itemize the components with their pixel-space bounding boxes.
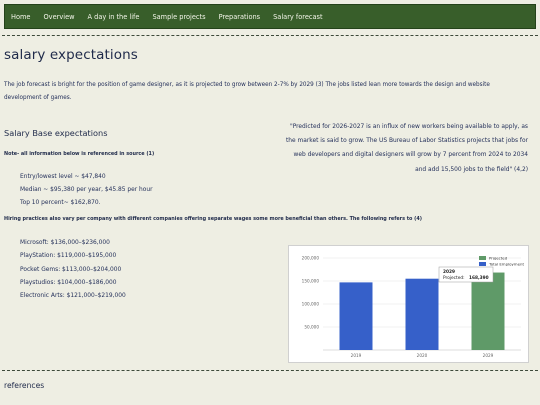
legend-swatch [479, 262, 486, 266]
top-navigation-bar: Home Overview A day in the life Sample p… [4, 4, 536, 29]
x-tick-label: 2029 [483, 353, 494, 358]
salary-base-list: Entry/lowest level ~ $47,840 Median ~ $9… [20, 171, 153, 210]
employment-chart[interactable]: 50,000 100,000 150,000 200,000 2019 2020 2029 P… [288, 245, 529, 363]
nav-salary-forecast[interactable]: Salary forecast [273, 13, 322, 21]
references-heading: references [4, 381, 45, 390]
nav-overview[interactable]: Overview [43, 13, 74, 21]
bar-2029 [471, 272, 505, 350]
salary-base-heading: Salary Base expectations [4, 128, 108, 138]
page-title: salary expectations [4, 47, 138, 63]
source-note: Note- all information below is reference… [4, 151, 155, 157]
x-tick-label: 2019 [351, 353, 362, 358]
nav-home[interactable]: Home [11, 13, 30, 21]
list-item: PlayStation: $119,000–$195,000 [20, 253, 117, 260]
list-item: Entry/lowest level ~ $47,840 [20, 174, 106, 180]
list-item: Playstudios: $104,000–$186,000 [20, 279, 117, 286]
legend-label: Projected [489, 256, 508, 261]
company-salary-list: Microsoft: $136,000–$236,000 PlayStation… [20, 237, 126, 303]
x-tick-label: 2020 [417, 353, 428, 358]
hiring-practices-note: Hiring practices also vary per company w… [4, 216, 422, 222]
list-item: Pocket Gems: $113,000–$204,000 [20, 266, 122, 273]
nav-day-in-life[interactable]: A day in the life [88, 13, 140, 21]
list-item: Median ~ $95,380 per year, $45.85 per ho… [20, 187, 153, 193]
y-tick-label: 150,000 [302, 279, 320, 284]
tooltip-value: 168,390 [469, 275, 489, 281]
y-tick-label: 100,000 [302, 302, 320, 307]
tooltip-label: Projected: [443, 275, 465, 281]
top-divider [2, 35, 538, 36]
legend-label: Total Employment [488, 262, 524, 267]
legend-swatch [479, 256, 486, 260]
list-item: Electronic Arts: $121,000–$219,000 [20, 293, 126, 300]
tooltip-year: 2029 [443, 269, 455, 275]
list-item: Microsoft: $136,000–$236,000 [20, 240, 110, 246]
nav-preparations[interactable]: Preparations [219, 13, 261, 21]
bar-2020 [405, 278, 439, 350]
intro-paragraph: The job forecast is bright for the posit… [4, 82, 490, 101]
list-item: Top 10 percent~ $162,870. [20, 200, 101, 206]
nav-sample-projects[interactable]: Sample projects [152, 13, 205, 21]
bottom-divider [2, 370, 538, 371]
employment-chart-svg: 50,000100,000150,000200,0002019 2020 2029P… [302, 256, 525, 359]
y-tick-label: 200,000 [302, 256, 320, 261]
bar-2019 [339, 282, 373, 350]
y-tick-label: 50,000 [304, 325, 319, 330]
forecast-quote: "Predicted for 2026-2027 is an influx of… [285, 124, 528, 173]
